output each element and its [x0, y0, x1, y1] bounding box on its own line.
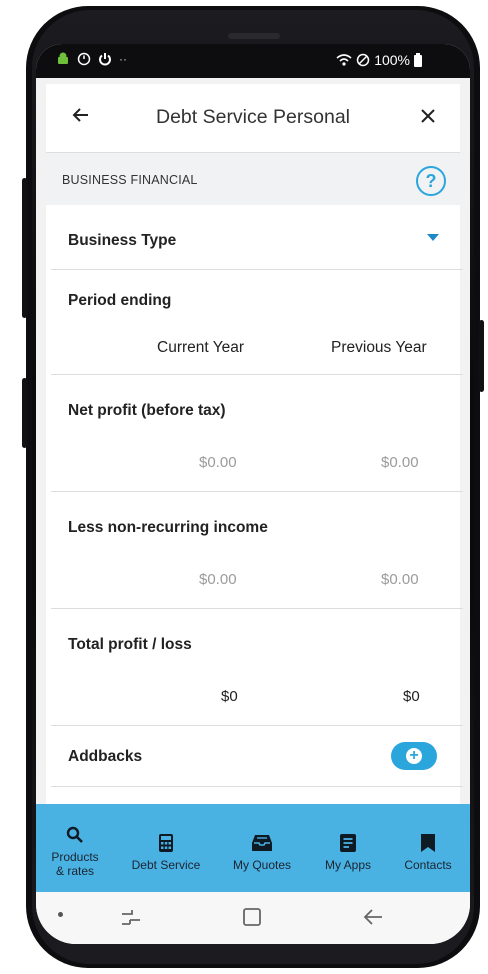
- tab-my-apps[interactable]: My Apps: [312, 804, 384, 892]
- status-icons-right: 100%: [336, 52, 422, 68]
- status-icons-left: ··: [56, 52, 127, 66]
- previous-year-header: Previous Year: [331, 339, 427, 356]
- close-icon[interactable]: [420, 104, 436, 130]
- no-signal-icon: [356, 53, 370, 67]
- timer-icon: [77, 52, 91, 66]
- help-icon[interactable]: ?: [416, 166, 446, 196]
- tab-contacts[interactable]: Contacts: [390, 804, 466, 892]
- bottom-tab-bar: Products & rates Debt Service My Quotes …: [36, 804, 470, 892]
- earpiece-speaker: [228, 33, 280, 39]
- plus-circle-icon: +: [406, 748, 422, 764]
- row-label: Total profit / loss: [68, 636, 192, 653]
- inbox-icon: [252, 835, 272, 851]
- battery-percent: 100%: [374, 52, 410, 68]
- previous-year-input[interactable]: $0.00: [381, 454, 419, 471]
- bookmark-icon: [421, 834, 435, 852]
- phone-screen: ·· 100% Debt Service Personal BUSINESS F…: [36, 44, 470, 944]
- current-year-header: Current Year: [157, 339, 245, 356]
- section-header: BUSINESS FINANCIAL ?: [46, 153, 460, 205]
- power-button: [479, 320, 484, 392]
- addbacks-row: Addbacks +: [51, 726, 463, 787]
- android-icon: [58, 52, 68, 64]
- dialog-header: Debt Service Personal: [46, 84, 460, 153]
- tab-my-quotes[interactable]: My Quotes: [218, 804, 306, 892]
- document-icon: [340, 834, 356, 852]
- total-profit-row: Total profit / loss $0 $0: [51, 609, 463, 726]
- tab-label: My Apps: [324, 858, 372, 872]
- tab-label: Products & rates: [51, 850, 99, 878]
- wifi-icon: [336, 54, 352, 66]
- net-profit-row: Net profit (before tax) $0.00 $0.00: [51, 375, 463, 492]
- period-ending-label: Period ending: [68, 292, 172, 309]
- current-year-input[interactable]: $0.00: [199, 571, 237, 588]
- addbacks-label: Addbacks: [68, 748, 143, 765]
- previous-year-total: $0: [403, 688, 420, 705]
- tab-debt-service[interactable]: Debt Service: [120, 804, 212, 892]
- add-addback-button[interactable]: +: [391, 742, 437, 770]
- business-type-label: Business Type: [68, 232, 177, 249]
- power-status-icon: [99, 53, 111, 66]
- period-ending-row: Period ending Current Year Previous Year: [51, 270, 463, 375]
- tab-label: Debt Service: [131, 858, 201, 872]
- dot-indicator-icon: [58, 912, 63, 917]
- bixby-button: [22, 378, 27, 448]
- current-year-input[interactable]: $0.00: [199, 454, 237, 471]
- back-nav-icon[interactable]: [362, 907, 384, 933]
- page-title: Debt Service Personal: [155, 106, 350, 128]
- more-notifications-icon: ··: [119, 52, 127, 66]
- previous-year-input[interactable]: $0.00: [381, 571, 419, 588]
- battery-icon: [414, 53, 422, 67]
- chevron-down-icon[interactable]: [427, 234, 439, 241]
- android-nav-bar: [36, 892, 470, 944]
- home-icon[interactable]: [242, 907, 262, 933]
- non-recurring-income-row: Less non-recurring income $0.00 $0.00: [51, 492, 463, 609]
- recent-apps-icon[interactable]: [120, 907, 142, 933]
- status-bar: ·· 100%: [36, 44, 470, 78]
- row-label: Net profit (before tax): [68, 402, 226, 419]
- volume-button: [22, 178, 27, 318]
- tab-label: Contacts: [404, 858, 452, 872]
- business-type-select[interactable]: Business Type: [51, 206, 463, 270]
- tab-products-rates[interactable]: Products & rates: [36, 804, 114, 892]
- section-label: BUSINESS FINANCIAL: [62, 173, 198, 187]
- search-icon: [66, 826, 83, 843]
- current-year-total: $0: [221, 688, 238, 705]
- tab-label: My Quotes: [232, 858, 292, 872]
- debt-service-form: Debt Service Personal BUSINESS FINANCIAL…: [46, 84, 463, 804]
- row-label: Less non-recurring income: [68, 519, 268, 536]
- calculator-icon: [159, 834, 173, 852]
